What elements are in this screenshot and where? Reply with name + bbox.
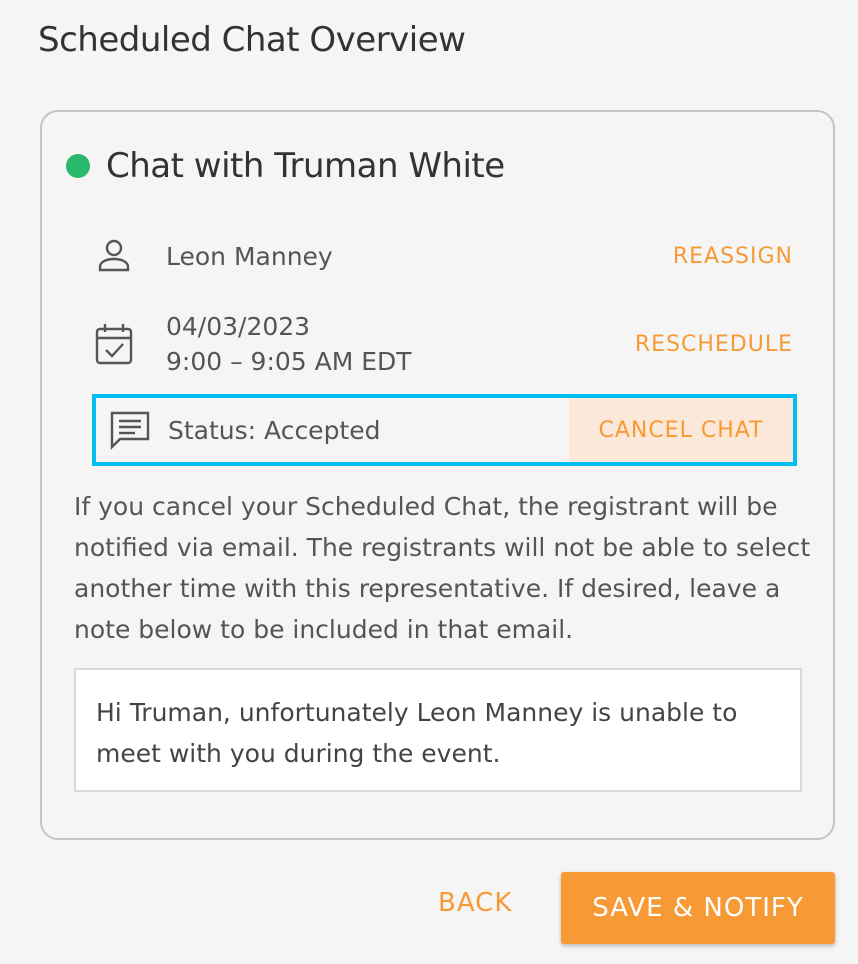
chat-header: Chat with Truman White xyxy=(66,146,505,186)
message-icon xyxy=(108,408,152,452)
assignee-name: Leon Manney xyxy=(166,241,333,271)
status-dot-icon xyxy=(66,154,90,178)
cancel-chat-button[interactable]: CANCEL CHAT xyxy=(569,398,793,462)
back-button[interactable]: BACK xyxy=(438,888,512,918)
chat-date: 04/03/2023 xyxy=(166,312,311,341)
calendar-check-icon xyxy=(92,322,136,366)
datetime-text: 04/03/2023 9:00 – 9:05 AM EDT xyxy=(166,309,412,379)
cancel-note-input[interactable]: Hi Truman, unfortunately Leon Manney is … xyxy=(74,668,802,792)
person-icon xyxy=(92,234,136,278)
page-title: Scheduled Chat Overview xyxy=(38,20,466,60)
assignee-row: Leon Manney REASSIGN xyxy=(92,232,793,280)
status-row: Status: Accepted CANCEL CHAT xyxy=(92,394,797,466)
reschedule-button[interactable]: RESCHEDULE xyxy=(635,332,793,357)
datetime-row: 04/03/2023 9:00 – 9:05 AM EDT RESCHEDULE xyxy=(92,308,793,380)
save-notify-button[interactable]: SAVE & NOTIFY xyxy=(561,872,835,944)
status-text: Status: Accepted xyxy=(168,415,381,445)
chat-time: 9:00 – 9:05 AM EDT xyxy=(166,347,412,376)
reassign-button[interactable]: REASSIGN xyxy=(673,244,793,269)
cancel-info-text: If you cancel your Scheduled Chat, the r… xyxy=(74,492,811,644)
chat-card: Chat with Truman White Leon Manney REASS… xyxy=(40,110,835,840)
chat-title: Chat with Truman White xyxy=(106,146,505,186)
